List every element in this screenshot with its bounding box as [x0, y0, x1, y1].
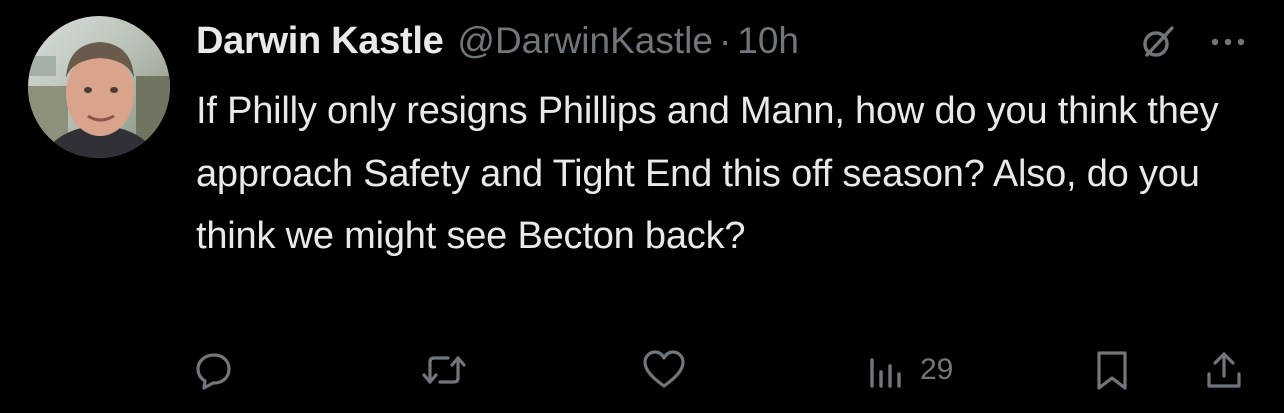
- timestamp[interactable]: 10h: [737, 20, 799, 62]
- like-button[interactable]: [640, 348, 688, 392]
- grok-icon[interactable]: [1140, 24, 1176, 60]
- views-icon: [866, 348, 906, 392]
- like-icon: [640, 348, 688, 392]
- tweet[interactable]: Darwin Kastle @DarwinKastle · 10h If Phi…: [0, 0, 1284, 413]
- tweet-header: Darwin Kastle @DarwinKastle · 10h: [196, 16, 799, 66]
- user-handle[interactable]: @DarwinKastle: [457, 20, 713, 62]
- share-icon: [1204, 348, 1244, 392]
- views-button[interactable]: 29: [866, 348, 953, 392]
- tweet-text: If Philly only resigns Phillips and Mann…: [196, 90, 1219, 257]
- bookmark-button[interactable]: [1092, 348, 1132, 392]
- reply-icon: [192, 348, 236, 392]
- action-bar: 29: [0, 340, 1284, 400]
- share-button[interactable]: [1204, 348, 1244, 392]
- retweet-button[interactable]: [420, 348, 468, 392]
- bookmark-icon: [1092, 348, 1132, 392]
- views-count: 29: [920, 353, 954, 386]
- retweet-icon: [420, 348, 468, 392]
- more-icon[interactable]: [1204, 24, 1252, 60]
- separator-dot: ·: [718, 20, 732, 61]
- avatar[interactable]: [28, 16, 170, 158]
- display-name[interactable]: Darwin Kastle: [196, 20, 444, 63]
- reply-button[interactable]: [192, 348, 236, 392]
